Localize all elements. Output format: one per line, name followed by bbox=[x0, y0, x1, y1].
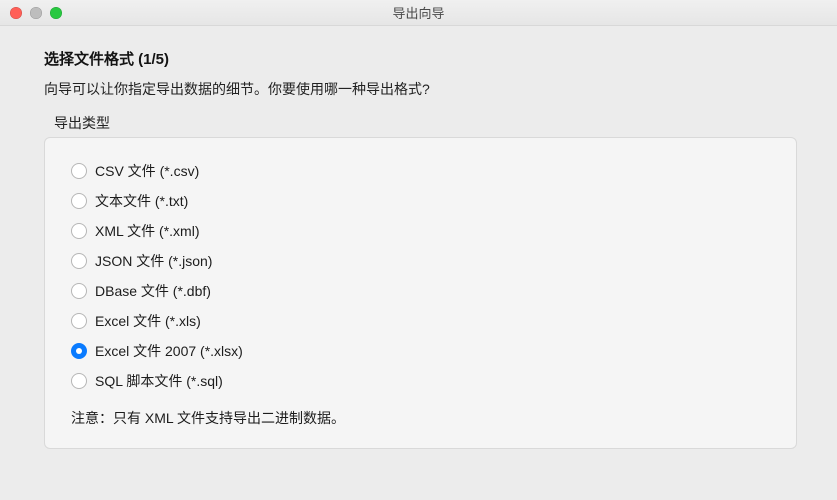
group-label-export-type: 导出类型 bbox=[54, 113, 797, 133]
page-subtitle: 向导可以让你指定导出数据的细节。你要使用哪一种导出格式? bbox=[44, 79, 797, 99]
export-type-label: XML 文件 (*.xml) bbox=[95, 221, 199, 241]
export-type-option[interactable]: XML 文件 (*.xml) bbox=[71, 216, 770, 246]
zoom-icon[interactable] bbox=[50, 7, 62, 19]
window-title: 导出向导 bbox=[0, 3, 837, 22]
export-note: 注意：只有 XML 文件支持导出二进制数据。 bbox=[71, 408, 770, 428]
export-type-label: Excel 文件 (*.xls) bbox=[95, 311, 201, 331]
export-type-label: 文本文件 (*.txt) bbox=[95, 191, 188, 211]
titlebar: 导出向导 bbox=[0, 0, 837, 26]
window-controls bbox=[0, 7, 62, 19]
export-type-label: Excel 文件 2007 (*.xlsx) bbox=[95, 341, 243, 361]
export-type-option[interactable]: Excel 文件 (*.xls) bbox=[71, 306, 770, 336]
export-type-radio[interactable] bbox=[71, 343, 87, 359]
export-type-option[interactable]: CSV 文件 (*.csv) bbox=[71, 156, 770, 186]
export-type-panel: CSV 文件 (*.csv) 文本文件 (*.txt) XML 文件 (*.xml)… bbox=[44, 137, 797, 449]
export-type-radio[interactable] bbox=[71, 223, 87, 239]
export-type-option[interactable]: SQL 脚本文件 (*.sql) bbox=[71, 366, 770, 396]
export-type-option[interactable]: 文本文件 (*.txt) bbox=[71, 186, 770, 216]
wizard-page: 选择文件格式 (1/5) 向导可以让你指定导出数据的细节。你要使用哪一种导出格式… bbox=[0, 26, 837, 459]
export-type-label: CSV 文件 (*.csv) bbox=[95, 161, 199, 181]
export-type-radio[interactable] bbox=[71, 163, 87, 179]
export-type-radio[interactable] bbox=[71, 193, 87, 209]
export-type-radio[interactable] bbox=[71, 313, 87, 329]
export-type-option[interactable]: DBase 文件 (*.dbf) bbox=[71, 276, 770, 306]
export-type-option[interactable]: Excel 文件 2007 (*.xlsx) bbox=[71, 336, 770, 366]
export-type-option[interactable]: JSON 文件 (*.json) bbox=[71, 246, 770, 276]
page-title: 选择文件格式 (1/5) bbox=[44, 48, 797, 69]
export-type-radio[interactable] bbox=[71, 283, 87, 299]
export-type-radio[interactable] bbox=[71, 373, 87, 389]
export-type-label: JSON 文件 (*.json) bbox=[95, 251, 212, 271]
close-icon[interactable] bbox=[10, 7, 22, 19]
minimize-icon bbox=[30, 7, 42, 19]
export-type-radio-group: CSV 文件 (*.csv) 文本文件 (*.txt) XML 文件 (*.xml)… bbox=[71, 156, 770, 396]
export-type-label: SQL 脚本文件 (*.sql) bbox=[95, 371, 223, 391]
export-type-radio[interactable] bbox=[71, 253, 87, 269]
export-type-label: DBase 文件 (*.dbf) bbox=[95, 281, 211, 301]
